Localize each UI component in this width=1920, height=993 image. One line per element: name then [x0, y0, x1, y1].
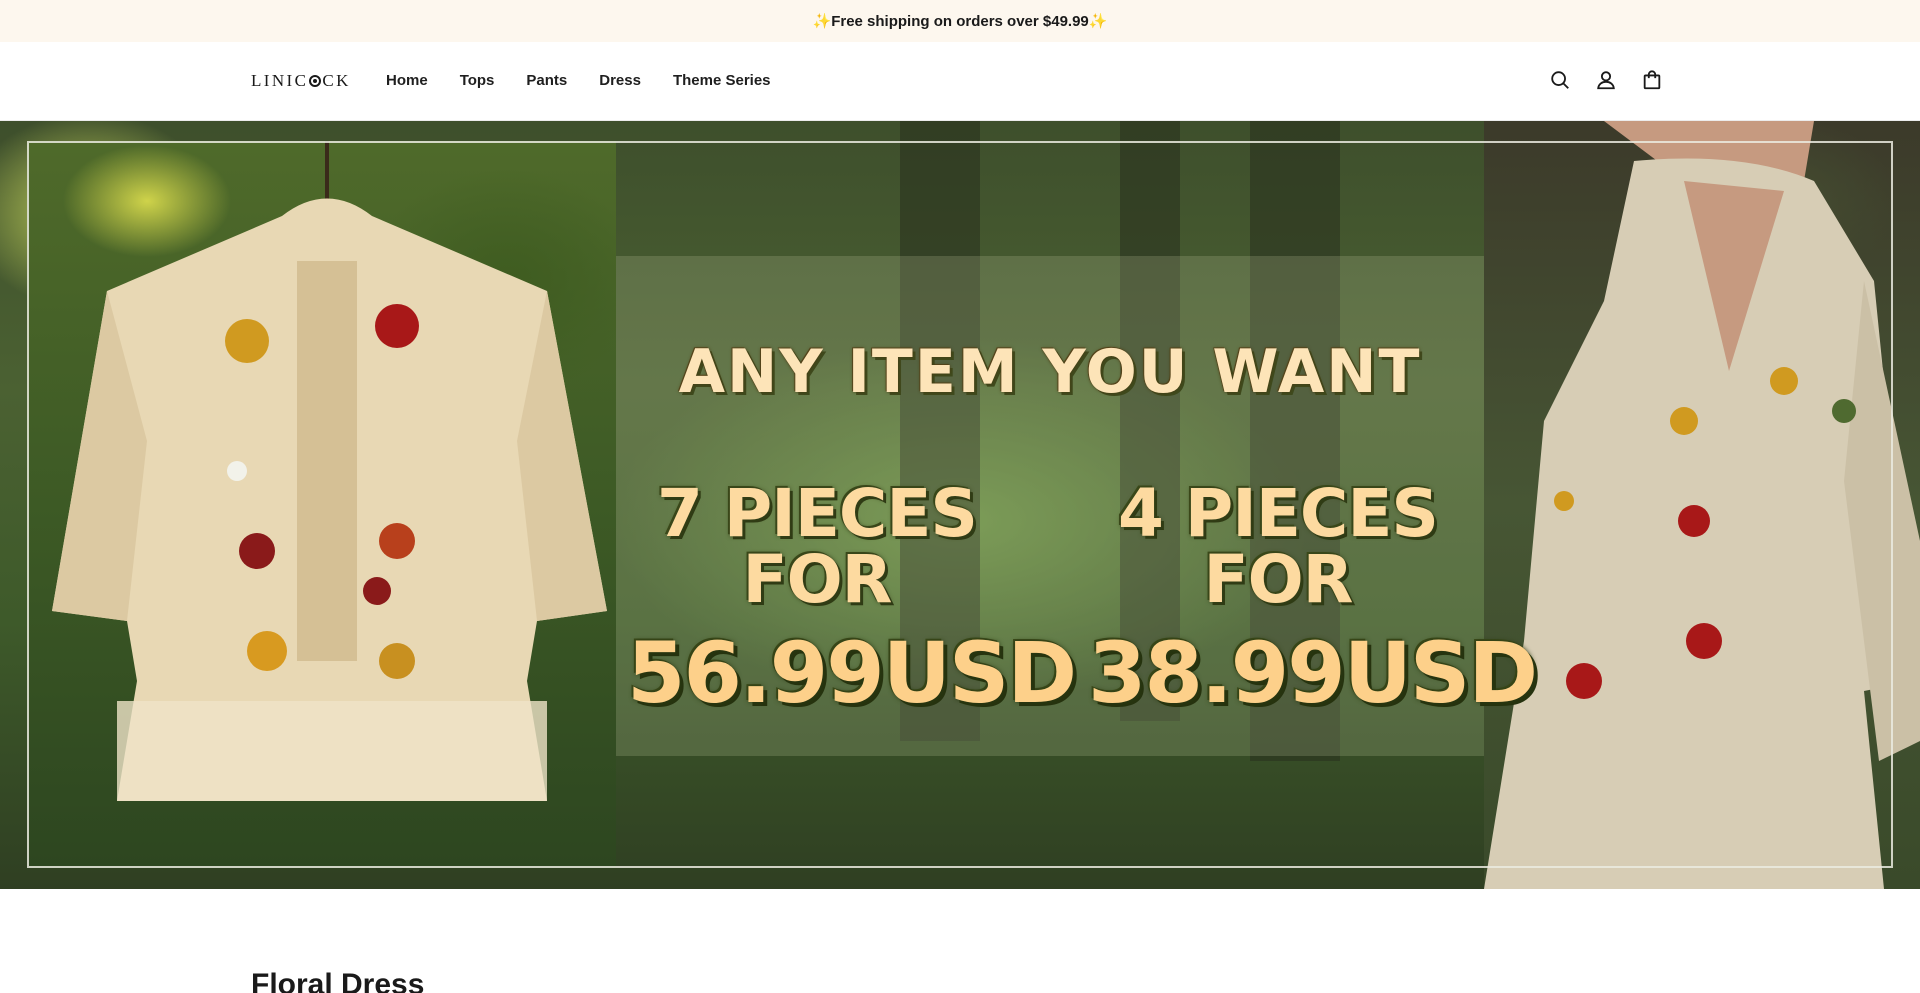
offer-7-pieces: 7 PIECES FOR 56.99USD — [627, 475, 1077, 722]
account-icon — [1597, 71, 1615, 90]
section-title: Floral Dress — [251, 968, 425, 993]
logo-mark-icon — [309, 75, 322, 87]
logo-text-prefix: LINIC — [251, 71, 309, 90]
logo-text-suffix: CK — [322, 71, 351, 90]
offer-price: 56.99USD — [627, 624, 1077, 722]
blouse-illustration — [52, 141, 607, 801]
search-icon — [1551, 71, 1569, 89]
nav-item-pants[interactable]: Pants — [526, 72, 567, 89]
nav-item-home[interactable]: Home — [386, 72, 428, 89]
announcement-bar: ✨Free shipping on orders over $49.99✨ — [0, 0, 1920, 42]
hero-banner[interactable]: ANY ITEM YOU WANT 7 PIECES FOR 56.99USD … — [0, 121, 1920, 889]
offer-price: 38.99USD — [1088, 624, 1538, 722]
hero-image-embroidered-blouse — [27, 141, 616, 868]
nav-item-dress[interactable]: Dress — [599, 72, 641, 89]
header-icons — [1548, 68, 1664, 92]
cart-button[interactable] — [1640, 68, 1664, 92]
offer-4-pieces: 4 PIECES FOR 38.99USD — [1088, 475, 1538, 722]
hero-image-floral-dress-model — [1484, 121, 1920, 889]
cart-bag-icon — [1643, 70, 1661, 90]
nav-item-theme-series[interactable]: Theme Series — [673, 72, 771, 89]
nav-item-tops[interactable]: Tops — [460, 72, 495, 89]
account-button[interactable] — [1594, 68, 1618, 92]
search-button[interactable] — [1548, 68, 1572, 92]
announcement-text: ✨Free shipping on orders over $49.99✨ — [812, 13, 1108, 30]
site-header: LINIC CK Home Tops Pants Dress Theme Ser… — [0, 42, 1920, 121]
main-nav: Home Tops Pants Dress Theme Series — [386, 72, 803, 89]
offer-pieces-label: 7 PIECES FOR — [657, 475, 978, 618]
logo[interactable]: LINIC CK — [251, 70, 351, 92]
offer-pieces-label: 4 PIECES FOR — [1118, 475, 1439, 618]
model-illustration — [1484, 121, 1920, 889]
promo-headline: ANY ITEM YOU WANT — [678, 337, 1422, 407]
